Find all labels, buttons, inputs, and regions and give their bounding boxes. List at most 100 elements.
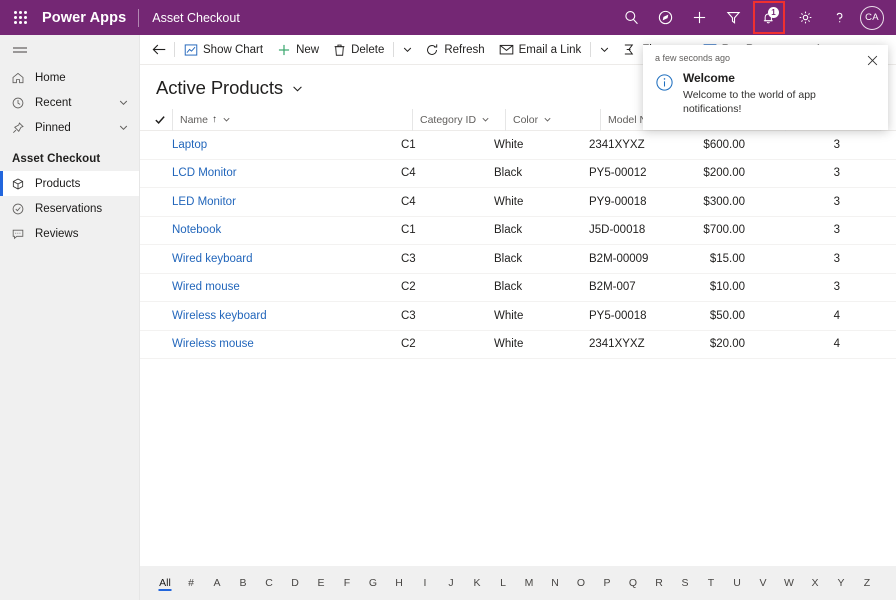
email-chevron-down-icon[interactable] bbox=[593, 35, 615, 65]
cell-name[interactable]: Wireless mouse bbox=[154, 338, 394, 350]
alpha-filter-l[interactable]: L bbox=[490, 568, 516, 598]
alpha-filter-k[interactable]: K bbox=[464, 568, 490, 598]
table-row[interactable]: Wired mouse C2 Black B2M-007 $10.00 3 bbox=[140, 274, 896, 302]
alpha-filter-hash[interactable]: # bbox=[178, 568, 204, 598]
delete-chevron-down-icon[interactable] bbox=[396, 35, 418, 65]
sort-ascending-icon: ↑ bbox=[212, 114, 218, 125]
sidebar-item-reservations[interactable]: Reservations bbox=[0, 196, 139, 221]
sidebar-item-recent[interactable]: Recent bbox=[0, 90, 139, 115]
alpha-filter-g[interactable]: G bbox=[360, 568, 386, 598]
alpha-filter-f[interactable]: F bbox=[334, 568, 360, 598]
alpha-filter-w[interactable]: W bbox=[776, 568, 802, 598]
cell-name[interactable]: LED Monitor bbox=[154, 196, 394, 208]
cell-price: $200.00 bbox=[703, 167, 745, 180]
alpha-filter-r[interactable]: R bbox=[646, 568, 672, 598]
gear-icon[interactable] bbox=[788, 0, 822, 35]
cell-color: White bbox=[494, 309, 524, 322]
command-label: Delete bbox=[351, 43, 385, 56]
app-name-label: Asset Checkout bbox=[152, 10, 240, 25]
alpha-filter-o[interactable]: O bbox=[568, 568, 594, 598]
alpha-filter-b[interactable]: B bbox=[230, 568, 256, 598]
comment-icon bbox=[11, 227, 33, 241]
table-row[interactable]: LED Monitor C4 White PY9-00018 $300.00 3 bbox=[140, 188, 896, 217]
alpha-filter-x[interactable]: X bbox=[802, 568, 828, 598]
alpha-filter-u[interactable]: U bbox=[724, 568, 750, 598]
alpha-filter-t[interactable]: T bbox=[698, 568, 724, 598]
sidebar-item-reviews[interactable]: Reviews bbox=[0, 221, 139, 246]
alpha-filter-q[interactable]: Q bbox=[620, 568, 646, 598]
sidebar-item-products[interactable]: Products bbox=[0, 171, 139, 196]
table-row[interactable]: Laptop C1 White 2341XYXZ $600.00 3 bbox=[140, 131, 896, 160]
cell-category: C1 bbox=[401, 138, 416, 151]
notifications-button[interactable]: 1 bbox=[753, 1, 785, 34]
refresh-button[interactable]: Refresh bbox=[418, 35, 491, 65]
sidebar-toggle-button[interactable] bbox=[0, 35, 139, 65]
chevron-down-icon[interactable] bbox=[481, 115, 490, 124]
alpha-filter-i[interactable]: I bbox=[412, 568, 438, 598]
sidebar-item-pinned[interactable]: Pinned bbox=[0, 115, 139, 140]
chevron-down-icon[interactable] bbox=[222, 115, 231, 124]
filter-icon[interactable] bbox=[716, 0, 750, 35]
alpha-filter-h[interactable]: H bbox=[386, 568, 412, 598]
cell-price: $20.00 bbox=[709, 338, 745, 351]
table-row[interactable]: Wired keyboard C3 Black B2M-00009 $15.00… bbox=[140, 245, 896, 274]
cell-name[interactable]: Wired keyboard bbox=[154, 253, 394, 265]
alpha-filter-j[interactable]: J bbox=[438, 568, 464, 598]
show-chart-button[interactable]: Show Chart bbox=[177, 35, 270, 65]
power-apps-window: Power Apps Asset Checkout 1 CA Home Rece… bbox=[0, 0, 896, 600]
table-row[interactable]: LCD Monitor C4 Black PY5-00012 $200.00 3 bbox=[140, 160, 896, 188]
alpha-filter-all[interactable]: All bbox=[152, 568, 178, 598]
home-icon bbox=[11, 71, 33, 85]
view-selector-chevron-down-icon[interactable] bbox=[291, 82, 304, 95]
avatar[interactable]: CA bbox=[860, 5, 884, 30]
alpha-filter-s[interactable]: S bbox=[672, 568, 698, 598]
table-row[interactable]: Wireless keyboard C3 White PY5-00018 $50… bbox=[140, 302, 896, 331]
chevron-down-icon[interactable] bbox=[118, 97, 139, 108]
cell-rating: 3 bbox=[833, 167, 840, 180]
back-button[interactable] bbox=[146, 35, 172, 65]
close-icon[interactable] bbox=[862, 51, 882, 69]
column-header-color[interactable]: Color bbox=[505, 108, 600, 131]
chevron-down-icon[interactable] bbox=[118, 122, 139, 133]
sidebar-item-label: Reservations bbox=[35, 202, 103, 215]
notification-header: a few seconds ago bbox=[643, 45, 888, 69]
cell-name[interactable]: Notebook bbox=[154, 224, 394, 236]
table-row[interactable]: Notebook C1 Black J5D-00018 $700.00 3 bbox=[140, 217, 896, 245]
chevron-down-icon[interactable] bbox=[543, 115, 552, 124]
cell-model: B2M-00009 bbox=[589, 252, 649, 265]
alpha-filter-e[interactable]: E bbox=[308, 568, 334, 598]
plus-icon[interactable] bbox=[682, 0, 716, 35]
cell-name[interactable]: Wired mouse bbox=[154, 281, 394, 293]
cell-category: C4 bbox=[401, 195, 416, 208]
alpha-filter-y[interactable]: Y bbox=[828, 568, 854, 598]
delete-button[interactable]: Delete bbox=[326, 35, 391, 65]
app-launcher-button[interactable] bbox=[0, 0, 40, 35]
alpha-filter-z[interactable]: Z bbox=[854, 568, 880, 598]
cell-category: C2 bbox=[401, 281, 416, 294]
cell-model: PY5-00012 bbox=[589, 167, 647, 180]
alpha-filter-m[interactable]: M bbox=[516, 568, 542, 598]
alpha-filter-v[interactable]: V bbox=[750, 568, 776, 598]
column-header-category-id[interactable]: Category ID bbox=[412, 108, 505, 131]
cell-name[interactable]: Laptop bbox=[154, 139, 394, 151]
sidebar-item-label: Home bbox=[35, 71, 66, 84]
sidebar-item-home[interactable]: Home bbox=[0, 65, 139, 90]
cell-name[interactable]: LCD Monitor bbox=[154, 167, 394, 179]
email-a-link-button[interactable]: Email a Link bbox=[492, 35, 589, 65]
alpha-filter-p[interactable]: P bbox=[594, 568, 620, 598]
cell-model: PY9-00018 bbox=[589, 195, 647, 208]
cell-color: White bbox=[494, 338, 524, 351]
cell-name[interactable]: Wireless keyboard bbox=[154, 310, 394, 322]
column-header-name[interactable]: Name ↑ bbox=[172, 108, 412, 131]
help-icon[interactable] bbox=[822, 0, 856, 35]
alpha-filter-d[interactable]: D bbox=[282, 568, 308, 598]
diagnostics-icon[interactable] bbox=[648, 0, 682, 35]
alpha-filter-a[interactable]: A bbox=[204, 568, 230, 598]
alpha-filter-n[interactable]: N bbox=[542, 568, 568, 598]
select-all-checkbox[interactable] bbox=[154, 114, 172, 126]
search-icon[interactable] bbox=[614, 0, 648, 35]
new-button[interactable]: New bbox=[270, 35, 326, 65]
alpha-filter-c[interactable]: C bbox=[256, 568, 282, 598]
table-row[interactable]: Wireless mouse C2 White 2341XYXZ $20.00 … bbox=[140, 331, 896, 359]
brand-title: Power Apps bbox=[42, 9, 127, 26]
